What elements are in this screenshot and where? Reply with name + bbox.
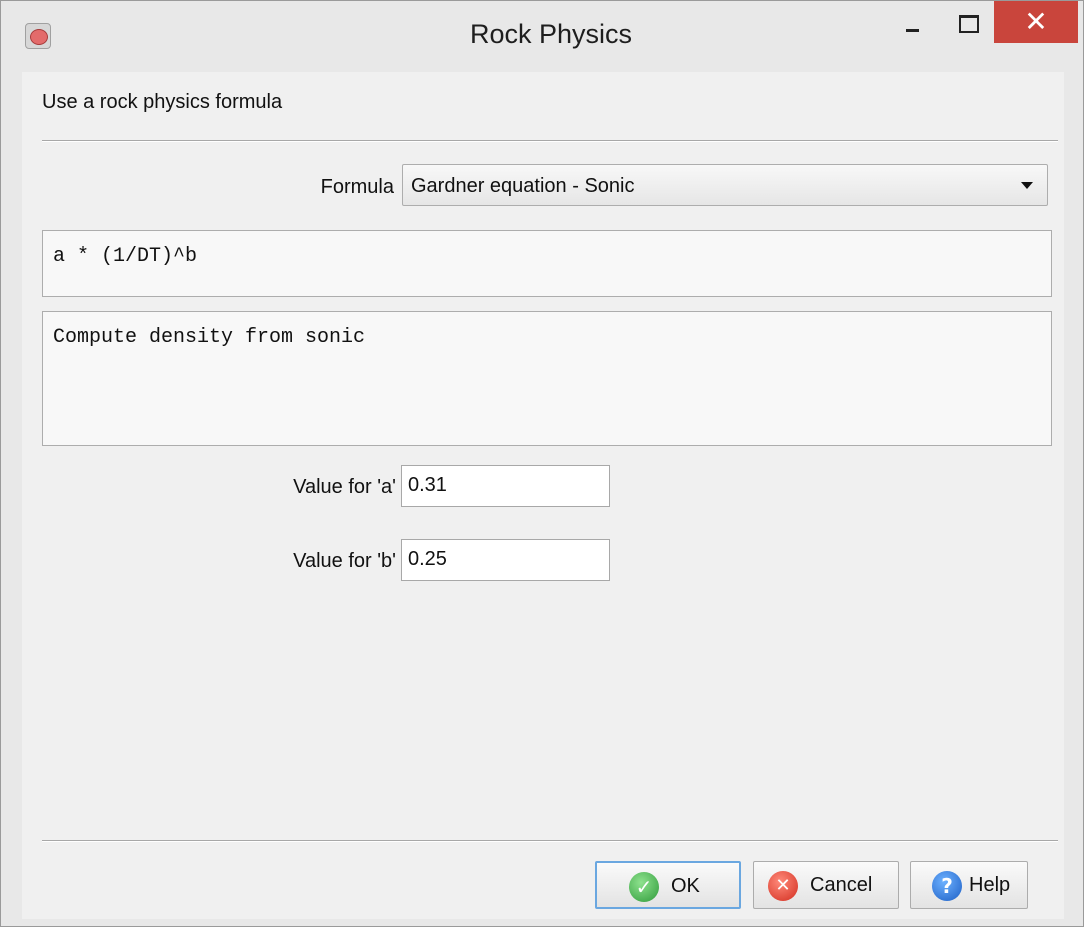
dialog-content: Use a rock physics formula Formula Gardn… [22, 72, 1064, 919]
check-icon: ✓ [629, 872, 659, 902]
ok-button[interactable]: ✓ OK [595, 861, 741, 909]
title-bar[interactable]: Rock Physics ✕ [1, 1, 1083, 71]
cancel-button[interactable]: ✕ Cancel [753, 861, 899, 909]
help-button-label: Help [969, 874, 1011, 896]
chevron-down-icon[interactable] [1021, 182, 1033, 189]
cancel-icon: ✕ [768, 871, 798, 901]
minimize-button[interactable] [881, 1, 939, 45]
help-icon: ? [932, 871, 962, 901]
top-separator [42, 140, 1058, 142]
dialog-header: Use a rock physics formula [42, 91, 283, 113]
cancel-button-label: Cancel [810, 874, 873, 896]
formula-selected-value: Gardner equation - Sonic [411, 175, 635, 197]
formula-expression-field[interactable]: a * (1/DT)^b [42, 230, 1052, 297]
param-a-label: Value for 'a' [293, 476, 396, 498]
help-button[interactable]: ? Help [910, 861, 1028, 909]
bottom-separator [42, 840, 1058, 842]
formula-dropdown[interactable]: Gardner equation - Sonic [402, 164, 1048, 206]
formula-label: Formula [320, 176, 394, 198]
maximize-button[interactable] [941, 1, 993, 45]
param-b-label: Value for 'b' [293, 550, 396, 572]
rock-physics-window: Rock Physics ✕ Use a rock physics formul… [0, 0, 1084, 927]
formula-description-field[interactable]: Compute density from sonic [42, 311, 1052, 446]
close-button[interactable]: ✕ [994, 1, 1078, 43]
param-b-input[interactable]: 0.25 [401, 539, 610, 581]
param-a-input[interactable]: 0.31 [401, 465, 610, 507]
ok-button-label: OK [671, 875, 700, 897]
